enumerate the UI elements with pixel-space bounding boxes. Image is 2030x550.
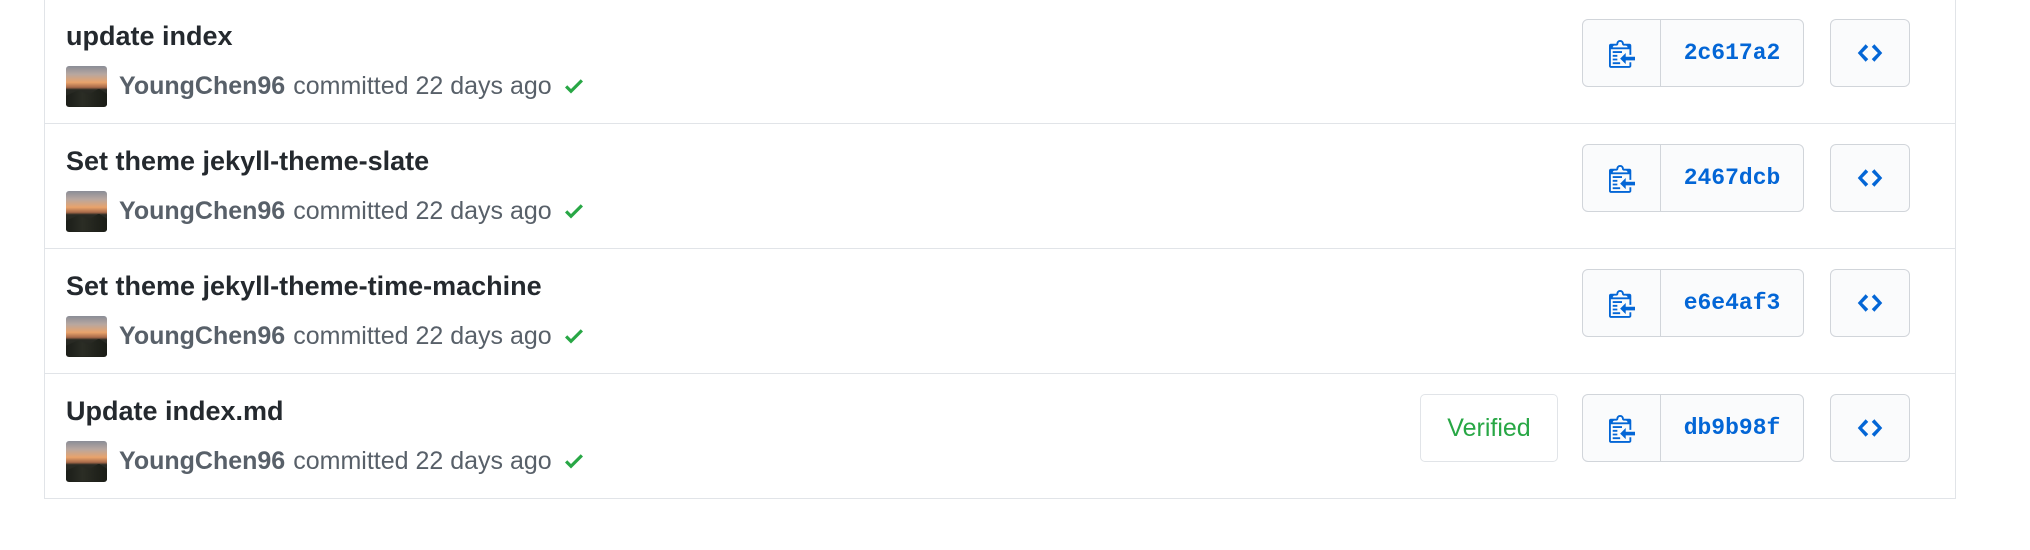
commit-author-link[interactable]: YoungChen96 (119, 197, 285, 226)
check-icon[interactable] (562, 324, 586, 348)
clippy-icon (1608, 290, 1635, 318)
commit-sha-link[interactable]: 2467dcb (1661, 145, 1803, 211)
browse-repo-button[interactable] (1830, 269, 1910, 337)
browse-repo-button[interactable] (1830, 394, 1910, 462)
commit-message-link[interactable]: Update index.md (66, 396, 284, 427)
code-icon (1857, 169, 1883, 187)
commit-row: update index YoungChen96 committed 22 da… (45, 0, 1955, 123)
commit-message-link[interactable]: Set theme jekyll-theme-slate (66, 146, 429, 177)
avatar[interactable] (66, 440, 107, 482)
copy-sha-button[interactable] (1583, 270, 1661, 336)
code-icon (1857, 419, 1883, 437)
avatar[interactable] (66, 190, 107, 232)
commit-author-link[interactable]: YoungChen96 (119, 72, 285, 101)
sha-button-group: e6e4af3 (1582, 269, 1804, 337)
commit-meta: YoungChen96 committed 22 days ago (66, 190, 586, 232)
commit-author-link[interactable]: YoungChen96 (119, 322, 285, 351)
commit-list: update index YoungChen96 committed 22 da… (44, 0, 1956, 499)
code-icon (1857, 44, 1883, 62)
code-icon (1857, 294, 1883, 312)
check-icon[interactable] (562, 449, 586, 473)
browse-repo-button[interactable] (1830, 144, 1910, 212)
clippy-icon (1608, 40, 1635, 68)
commit-row: Set theme jekyll-theme-time-machine Youn… (45, 248, 1955, 373)
check-icon[interactable] (562, 74, 586, 98)
commit-message-link[interactable]: update index (66, 21, 233, 52)
verified-badge[interactable]: Verified (1420, 394, 1558, 462)
commit-time-text: committed 22 days ago (293, 71, 552, 100)
clippy-icon (1608, 165, 1635, 193)
commit-sha-link[interactable]: e6e4af3 (1661, 270, 1803, 336)
copy-sha-button[interactable] (1583, 145, 1661, 211)
clippy-icon (1608, 415, 1635, 443)
sha-button-group: 2467dcb (1582, 144, 1804, 212)
commit-author-link[interactable]: YoungChen96 (119, 447, 285, 476)
avatar[interactable] (66, 315, 107, 357)
commit-meta: YoungChen96 committed 22 days ago (66, 440, 586, 482)
commit-row: Set theme jekyll-theme-slate YoungChen96… (45, 123, 1955, 248)
commit-time-text: committed 22 days ago (293, 446, 552, 475)
commit-time-text: committed 22 days ago (293, 196, 552, 225)
commit-message-link[interactable]: Set theme jekyll-theme-time-machine (66, 271, 542, 302)
sha-button-group: db9b98f (1582, 394, 1804, 462)
check-icon[interactable] (562, 199, 586, 223)
copy-sha-button[interactable] (1583, 20, 1661, 86)
avatar[interactable] (66, 65, 107, 107)
commit-row: Update index.md YoungChen96 committed 22… (45, 373, 1955, 498)
commit-meta: YoungChen96 committed 22 days ago (66, 315, 586, 357)
sha-button-group: 2c617a2 (1582, 19, 1804, 87)
commit-meta: YoungChen96 committed 22 days ago (66, 65, 586, 107)
commit-sha-link[interactable]: db9b98f (1661, 395, 1803, 461)
copy-sha-button[interactable] (1583, 395, 1661, 461)
commit-time-text: committed 22 days ago (293, 321, 552, 350)
commit-sha-link[interactable]: 2c617a2 (1661, 20, 1803, 86)
browse-repo-button[interactable] (1830, 19, 1910, 87)
